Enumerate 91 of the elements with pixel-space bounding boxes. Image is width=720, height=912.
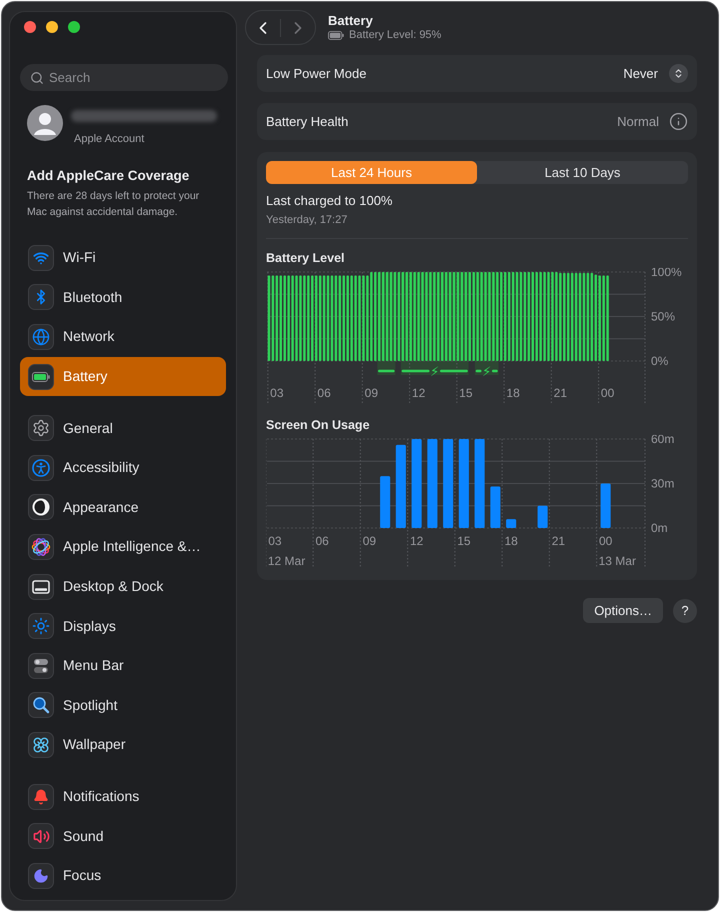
- axis-label: 03: [268, 534, 282, 548]
- bluetooth-icon: [28, 284, 54, 310]
- search-icon: [30, 70, 44, 84]
- chart-title: Screen On Usage: [266, 418, 371, 432]
- date-label: 12 Mar: [268, 554, 306, 568]
- moon-icon: [28, 862, 54, 889]
- sidebar-item[interactable]: Appearance: [20, 488, 226, 528]
- charging-line: [440, 370, 468, 372]
- axis-label: 12: [412, 386, 426, 400]
- chart-title: Battery Level: [266, 251, 346, 265]
- sidebar-item[interactable]: Displays: [20, 606, 226, 646]
- close-button[interactable]: [24, 21, 36, 33]
- page-title: Battery: [328, 13, 374, 28]
- axis-label: 03: [270, 386, 284, 400]
- sidebar-item[interactable]: Apple Intelligence &…: [20, 527, 226, 567]
- axis-label: 0%: [651, 354, 668, 368]
- flower-icon: [28, 732, 54, 758]
- window-icon: [28, 574, 54, 600]
- axis-label: 06: [317, 386, 331, 400]
- charging-line: [492, 370, 498, 372]
- last-charged-time: Yesterday, 17:27: [266, 213, 348, 227]
- axis-label: 12: [410, 534, 424, 548]
- sidebar-item[interactable]: Bluetooth: [20, 278, 226, 318]
- chart-bar: [490, 486, 500, 528]
- battery-icon: [28, 364, 54, 390]
- charging-line: [402, 370, 430, 372]
- date-label: 13 Mar: [598, 554, 636, 568]
- axis-label: 0m: [651, 521, 668, 535]
- ring-icon: [28, 534, 54, 560]
- axis-label: 06: [315, 534, 329, 548]
- person-icon: [28, 454, 54, 481]
- chart-bar: [538, 506, 548, 528]
- chart-bar: [380, 476, 390, 528]
- wifi-icon: [28, 244, 54, 271]
- sidebar-item[interactable]: Wi-Fi: [20, 238, 226, 278]
- promo-title: Add AppleCare Coverage: [27, 167, 190, 184]
- zoom-button[interactable]: [68, 21, 80, 33]
- setting-label: Low Power Mode: [266, 64, 366, 83]
- minimize-button[interactable]: [46, 21, 58, 33]
- sun-icon: [28, 613, 54, 640]
- axis-label: 30m: [651, 476, 674, 490]
- sidebar-item[interactable]: Wallpaper: [20, 725, 226, 765]
- options-button[interactable]: Options…: [583, 598, 663, 623]
- axis-label: 18: [504, 534, 518, 548]
- axis-label: 18: [506, 386, 520, 400]
- chart-bar: [506, 519, 516, 528]
- sidebar-item[interactable]: General: [20, 408, 226, 448]
- sidebar-item[interactable]: Sound: [20, 816, 226, 856]
- sidebar-item[interactable]: Menu Bar: [20, 646, 226, 686]
- bolt-annotation: ⚡: [430, 365, 440, 380]
- last-charged-title: Last charged to 100%: [266, 193, 394, 209]
- axis-label: 00: [600, 386, 614, 400]
- sidebar-item[interactable]: Network: [20, 317, 226, 357]
- axis-label: 15: [459, 386, 473, 400]
- chart-bar: [600, 484, 611, 528]
- promo-text: There are 28 days left to protect your Mac against accidental damage.: [27, 189, 200, 220]
- sidebar-item[interactable]: Notifications: [20, 776, 226, 816]
- charging-line: [476, 370, 482, 372]
- toggles-icon: [28, 652, 54, 679]
- gear-icon: [28, 415, 54, 442]
- up-down-icon: [669, 64, 688, 83]
- avatar-icon: [27, 105, 63, 141]
- charging-line: [378, 370, 395, 372]
- axis-label: 21: [552, 534, 566, 548]
- account-subtitle: Apple Account: [74, 133, 146, 146]
- sidebar-item[interactable]: Battery: [20, 356, 226, 396]
- battery-level-text: Battery Level: 95%: [349, 29, 442, 42]
- setting-label: Battery Health: [266, 112, 348, 131]
- search-field[interactable]: Search: [20, 64, 228, 91]
- bolt-annotation: ⚡: [482, 365, 492, 380]
- status-text: Normal: [617, 112, 659, 131]
- sidebar-item[interactable]: Spotlight: [20, 686, 226, 726]
- globe-icon: [28, 324, 54, 350]
- info-icon[interactable]: [669, 112, 688, 131]
- speaker-icon: [28, 823, 54, 850]
- axis-label: 00: [598, 534, 612, 548]
- sidebar-item[interactable]: Accessibility: [20, 448, 226, 488]
- axis-label: 21: [554, 386, 568, 400]
- bell-icon: [28, 784, 54, 810]
- help-button[interactable]: ?: [673, 598, 697, 622]
- axis-label: 50%: [651, 310, 676, 324]
- popup-button[interactable]: Never: [623, 64, 688, 84]
- tab[interactable]: Last 10 Days: [477, 161, 688, 184]
- search-icon: [28, 692, 54, 718]
- battery-icon: [328, 31, 344, 40]
- sidebar-item[interactable]: Desktop & Dock: [20, 566, 226, 606]
- axis-label: 09: [362, 534, 376, 548]
- sidebar-item[interactable]: Focus: [20, 856, 226, 896]
- axis-label: 09: [364, 386, 378, 400]
- contrast-icon: [28, 494, 54, 520]
- axis-label: 15: [457, 534, 471, 548]
